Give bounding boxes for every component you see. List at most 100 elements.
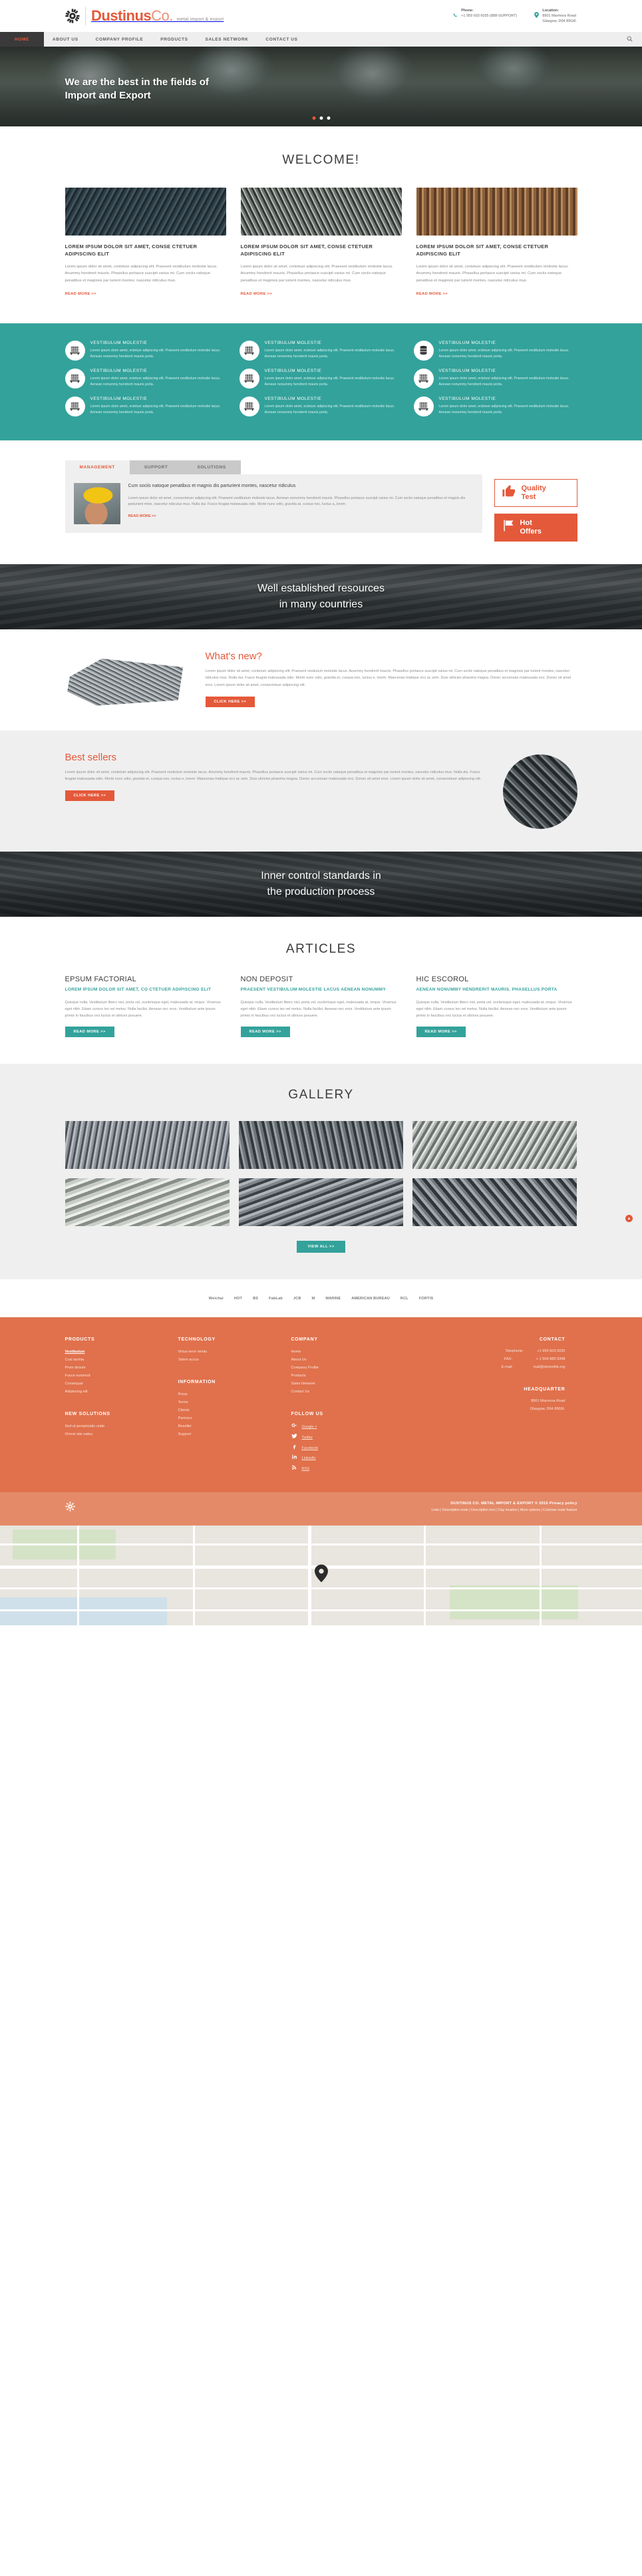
- welcome-card-image: [240, 188, 402, 236]
- feature-item[interactable]: VESTIBULUM MOLESTIE Lorem ipsum dolor ame…: [239, 368, 403, 389]
- phone-value[interactable]: +1 959 603 6035 (888-SUPPORT): [461, 14, 517, 18]
- footer-link[interactable]: Partners: [178, 1414, 279, 1422]
- site-logo[interactable]: DustinusCo. metal import & export: [65, 7, 224, 25]
- footer-link[interactable]: Omnis iste natus: [65, 1430, 166, 1438]
- nav-item-about-us[interactable]: ABOUT US: [44, 32, 87, 47]
- whats-new-button[interactable]: CLICK HERE >>: [205, 696, 255, 707]
- welcome-card-read-more[interactable]: READ MORE >>: [241, 292, 272, 296]
- slider-dot-2[interactable]: [319, 116, 323, 120]
- promo-hot-offers[interactable]: Hot Offers: [494, 513, 577, 542]
- whats-new-title: What's new?: [205, 650, 262, 662]
- footer-contact-value[interactable]: mail@demolink.org: [534, 1365, 565, 1369]
- tab-support[interactable]: SUPPORT: [129, 460, 183, 474]
- footer-link[interactable]: Home: [291, 1348, 399, 1356]
- feature-item[interactable]: VESTIBULUM MOLESTIE Lorem ipsum dolor ame…: [239, 396, 403, 416]
- nav-item-contact-us[interactable]: CONTACT US: [257, 32, 306, 47]
- tab-solutions[interactable]: SOLUTIONS: [182, 460, 241, 474]
- hero-slider: We are the best in the fields of Import …: [0, 47, 642, 126]
- footer-link[interactable]: Contact Us: [291, 1388, 399, 1396]
- footer-link[interactable]: Terms: [178, 1398, 279, 1406]
- footer-heading-technology: TECHNOLOGY: [178, 1337, 216, 1343]
- gallery-item-round-pipes-stack[interactable]: [238, 1178, 404, 1227]
- nav-item-sales-network[interactable]: SALES NETWORK: [197, 32, 257, 47]
- map-pin-icon[interactable]: [314, 1564, 328, 1586]
- gallery-item-steel-coil-spiral[interactable]: [65, 1178, 230, 1227]
- search-button[interactable]: [627, 32, 642, 47]
- footer-link[interactable]: Products: [291, 1372, 399, 1380]
- partner-logo[interactable]: Weichai: [209, 1294, 224, 1303]
- footer-link[interactable]: Company Profile: [291, 1364, 399, 1372]
- arrow-up-icon[interactable]: ▲: [625, 1215, 633, 1223]
- partner-logo[interactable]: HOT: [234, 1294, 242, 1303]
- feature-item[interactable]: VESTIBULUM MOLESTIE Lorem ipsum dolor ame…: [65, 396, 229, 416]
- footer-link[interactable]: Sales Network: [291, 1380, 399, 1388]
- banner-inner-control: Inner control standards in the productio…: [0, 851, 642, 917]
- feature-item[interactable]: VESTIBULUM MOLESTIE Lorem ipsum dolor ame…: [65, 368, 229, 389]
- article-read-more-button[interactable]: READ MORE >>: [416, 1027, 466, 1038]
- gallery-item-steel-sheets-stack[interactable]: [238, 1121, 404, 1170]
- feature-item[interactable]: VESTIBULUM MOLESTIE Lorem ipsum dolor ame…: [413, 340, 577, 361]
- feature-title: VESTIBULUM MOLESTIE: [438, 396, 496, 401]
- nav-item-products[interactable]: PRODUCTS: [152, 32, 196, 47]
- footer-link[interactable]: Reseller: [178, 1422, 279, 1430]
- footer-link[interactable]: Proin dictum: [65, 1364, 166, 1372]
- social-link-linkedin[interactable]: LinkedIn: [291, 1454, 399, 1464]
- article-read-more-button[interactable]: READ MORE >>: [240, 1027, 290, 1038]
- nav-item-home[interactable]: HOME: [0, 32, 44, 47]
- footer-link[interactable]: About Us: [291, 1356, 399, 1364]
- partner-logo[interactable]: RCL: [401, 1294, 408, 1303]
- promo-hot-line-1: Hot: [520, 519, 532, 528]
- welcome-card-read-more[interactable]: READ MORE >>: [65, 292, 96, 296]
- copyright-links[interactable]: Links | Description node | Description t…: [432, 1508, 577, 1512]
- footer-contact-value[interactable]: + 1 504 889 9398: [536, 1357, 565, 1361]
- social-link-google[interactable]: Google +: [291, 1422, 399, 1433]
- footer-link[interactable]: Press: [178, 1390, 279, 1398]
- footer-link[interactable]: Vestibulum: [65, 1348, 166, 1356]
- partner-logo[interactable]: FORTIS: [419, 1294, 433, 1303]
- footer-link[interactable]: Consequat: [65, 1380, 166, 1388]
- gallery-item-square-tubes-grid[interactable]: [412, 1178, 577, 1227]
- nav-item-company-profile[interactable]: COMPANY PROFILE: [87, 32, 152, 47]
- partner-logo[interactable]: FabLab: [269, 1294, 283, 1303]
- gallery-item-steel-rods-bundle[interactable]: [65, 1121, 230, 1170]
- tab-read-more-link[interactable]: READ MORE >>: [128, 514, 156, 518]
- feature-body: Lorem ipsum dolor amet, ectetuer adipisc…: [438, 376, 569, 387]
- partner-logo[interactable]: MARINE: [325, 1294, 341, 1303]
- tab-management[interactable]: MANAGEMENT: [65, 460, 130, 474]
- footer-link[interactable]: Cuis lacinia: [65, 1356, 166, 1364]
- social-link-twitter[interactable]: Twitter: [291, 1433, 399, 1444]
- location-map[interactable]: [0, 1525, 642, 1625]
- map-street: [0, 1587, 642, 1589]
- welcome-card: LOREM IPSUM DOLOR SIT AMET, CONSE CTETUE…: [240, 188, 402, 298]
- feature-item[interactable]: VESTIBULUM MOLESTIE Lorem ipsum dolor ame…: [65, 340, 229, 361]
- partner-logo[interactable]: BS: [253, 1294, 258, 1303]
- social-link-facebook[interactable]: Facebook: [291, 1444, 399, 1454]
- footer-link[interactable]: Support: [178, 1430, 279, 1438]
- phone-info: Phone: +1 959 603 6035 (888-SUPPORT): [453, 8, 517, 21]
- footer-link[interactable]: Tatem accus: [178, 1356, 279, 1364]
- logo-divider: [85, 7, 86, 25]
- footer-link[interactable]: Clients: [178, 1406, 279, 1414]
- footer-link[interactable]: Adipiscing elit: [65, 1388, 166, 1396]
- slider-dot-3[interactable]: [327, 116, 330, 120]
- social-link-rss[interactable]: RSS: [291, 1464, 399, 1475]
- footer-link[interactable]: Sed ut perspiciatis unde: [65, 1422, 166, 1430]
- partner-logo[interactable]: M: [312, 1294, 315, 1303]
- feature-item[interactable]: VESTIBULUM MOLESTIE Lorem ipsum dolor ame…: [239, 340, 403, 361]
- copyright-text: DUSTINUS CO. METAL IMPORT & EXPORT © 201…: [450, 1501, 577, 1506]
- article-read-more-button[interactable]: READ MORE >>: [65, 1027, 114, 1038]
- partner-logo[interactable]: JCB: [293, 1294, 301, 1303]
- slider-dot-1[interactable]: [312, 116, 315, 120]
- welcome-card-body: Lorem ipsum dolor sit amet, contetuer ad…: [240, 264, 393, 283]
- footer-link[interactable]: Fusce euismod: [65, 1372, 166, 1380]
- gallery-item-steel-coils-roll[interactable]: [412, 1121, 577, 1170]
- best-sellers-button[interactable]: CLICK HERE >>: [65, 790, 115, 802]
- footer-link[interactable]: Virtus error nivolu: [178, 1348, 279, 1356]
- promo-quality-test[interactable]: Quality Test: [494, 478, 577, 507]
- feature-item[interactable]: VESTIBULUM MOLESTIE Lorem ipsum dolor ame…: [413, 368, 577, 389]
- welcome-card-read-more[interactable]: READ MORE >>: [416, 292, 448, 296]
- footer-contact-value[interactable]: +1 959 603 6035: [537, 1349, 565, 1353]
- gallery-view-all-button[interactable]: VIEW ALL >>: [297, 1241, 345, 1253]
- feature-item[interactable]: VESTIBULUM MOLESTIE Lorem ipsum dolor ame…: [413, 396, 577, 416]
- partner-logo[interactable]: AMERICAN BUREAU: [351, 1294, 390, 1303]
